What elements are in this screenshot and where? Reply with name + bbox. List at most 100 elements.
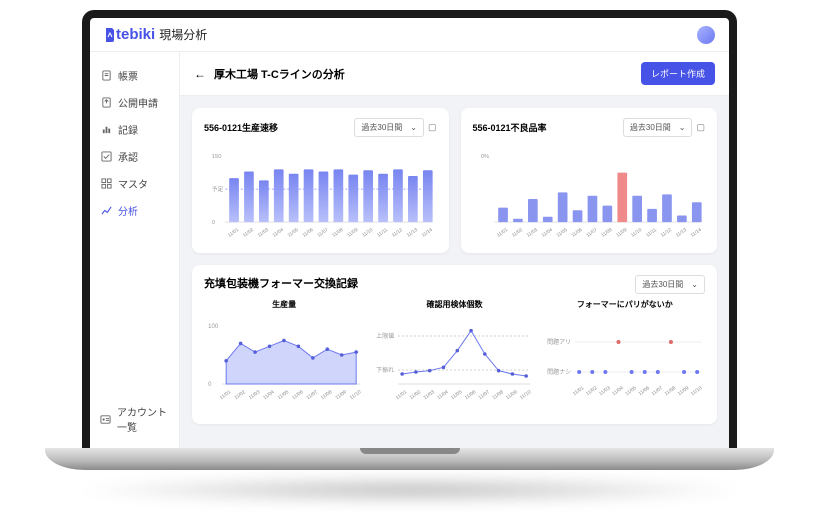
svg-text:11/13: 11/13 [674, 227, 687, 239]
svg-text:0%: 0% [480, 154, 488, 160]
svg-text:100: 100 [208, 324, 219, 330]
svg-text:11/12: 11/12 [659, 227, 672, 239]
svg-text:11/03: 11/03 [257, 227, 270, 239]
svg-text:11/04: 11/04 [611, 385, 625, 397]
brand-product: 現場分析 [159, 26, 207, 43]
sidebar-item-publish[interactable]: 公開申請 [96, 89, 173, 116]
svg-text:11/07: 11/07 [585, 227, 598, 239]
svg-text:11/05: 11/05 [277, 389, 291, 401]
production-chart-card: 556-0121生産速移 過去30日間⌄ ▢ 150 予定 [192, 108, 449, 253]
check-icon [100, 151, 112, 163]
svg-text:11/06: 11/06 [570, 227, 583, 239]
svg-text:11/05: 11/05 [450, 389, 464, 401]
svg-text:11/01: 11/01 [395, 389, 409, 401]
svg-text:11/01: 11/01 [495, 227, 508, 239]
analytics-icon [100, 205, 112, 217]
svg-text:11/05: 11/05 [555, 227, 568, 239]
svg-text:11/06: 11/06 [301, 227, 314, 239]
svg-text:11/04: 11/04 [540, 227, 553, 239]
svg-text:問題ナシ: 問題ナシ [547, 369, 571, 376]
svg-text:0: 0 [208, 382, 212, 388]
sidebar-item-records[interactable]: 記録 [96, 116, 173, 143]
svg-text:11/01: 11/01 [572, 385, 586, 397]
svg-text:11/05: 11/05 [624, 385, 638, 397]
svg-text:11/08: 11/08 [492, 389, 506, 401]
sidebar-item-forms[interactable]: 帳票 [96, 62, 173, 89]
section-title: 充填包装機フォーマー交換記録 [204, 275, 358, 291]
sidebar-item-label: 分析 [118, 203, 138, 218]
back-arrow-icon[interactable]: ← [194, 67, 206, 81]
grid-icon [100, 178, 112, 190]
calendar-icon[interactable]: ▢ [696, 122, 705, 133]
svg-text:11/14: 11/14 [689, 227, 702, 239]
svg-text:11/08: 11/08 [320, 389, 334, 401]
period-select[interactable]: 過去30日間⌄ [635, 275, 705, 294]
sidebar-item-approval[interactable]: 承認 [96, 143, 173, 170]
svg-text:11/02: 11/02 [242, 227, 255, 239]
svg-text:11/11: 11/11 [645, 227, 658, 239]
svg-text:11/05: 11/05 [287, 227, 300, 239]
burr-check-subcard: フォーマーにパリがないか 問題アリ 問題ナシ 11/0111/0211/0311… [545, 299, 705, 414]
doc-icon [100, 70, 112, 82]
sidebar-item-analytics[interactable]: 分析 [96, 197, 173, 224]
svg-text:11/13: 11/13 [406, 227, 419, 239]
topbar: tebiki 現場分析 [90, 18, 729, 52]
svg-text:150: 150 [212, 154, 222, 160]
svg-text:下振れ: 下振れ [376, 366, 394, 374]
card-title: 556-0121不良品率 [473, 121, 547, 134]
sidebar-item-master[interactable]: マスタ [96, 170, 173, 197]
sidebar-item-label: アカウント一覧 [117, 404, 169, 434]
svg-text:11/09: 11/09 [676, 385, 690, 397]
subcard-title: フォーマーにパリがないか [545, 299, 705, 310]
svg-text:上限値: 上限値 [376, 332, 394, 340]
svg-text:11/07: 11/07 [306, 389, 320, 401]
record-section-card: 充填包装機フォーマー交換記録 過去30日間⌄ 生産量 100 0 [192, 265, 717, 424]
svg-text:11/10: 11/10 [519, 389, 533, 401]
avatar[interactable] [697, 26, 715, 44]
card-title: 556-0121生産速移 [204, 121, 278, 134]
svg-text:11/10: 11/10 [361, 227, 374, 239]
svg-text:11/03: 11/03 [525, 227, 538, 239]
svg-text:11/08: 11/08 [663, 385, 677, 397]
svg-text:問題アリ: 問題アリ [547, 339, 571, 346]
svg-text:11/06: 11/06 [637, 385, 651, 397]
svg-text:11/04: 11/04 [437, 389, 451, 401]
svg-text:11/08: 11/08 [600, 227, 613, 239]
svg-text:11/03: 11/03 [598, 385, 612, 397]
svg-text:予定: 予定 [212, 185, 224, 193]
svg-text:11/03: 11/03 [248, 389, 262, 401]
svg-text:11/09: 11/09 [615, 227, 628, 239]
svg-text:11/02: 11/02 [585, 385, 599, 397]
period-select[interactable]: 過去30日間⌄ [623, 118, 693, 137]
main: ← 厚木工場 T-Cラインの分析 レポート作成 556-0121生産速移 過去3… [180, 52, 729, 450]
publish-icon [100, 97, 112, 109]
period-select[interactable]: 過去30日間⌄ [354, 118, 424, 137]
svg-text:11/02: 11/02 [409, 389, 423, 401]
sidebar: 帳票 公開申請 記録 承認 マスタ [90, 52, 180, 450]
sidebar-item-accounts[interactable]: アカウント一覧 [96, 398, 173, 440]
volume-area-chart: 100 0 11/0111/0211/0311/0411/0511/0611/0… [204, 314, 364, 414]
calendar-icon[interactable]: ▢ [428, 122, 437, 133]
svg-text:11/01: 11/01 [227, 227, 240, 239]
chevron-down-icon: ⌄ [691, 280, 698, 289]
svg-text:11/12: 11/12 [391, 227, 404, 239]
svg-text:11/14: 11/14 [421, 227, 434, 239]
svg-text:11/07: 11/07 [478, 389, 492, 401]
sample-line-chart: 上限値 下振れ 11/0111/0211/0311/0411/0511/0611… [374, 314, 534, 414]
svg-text:11/04: 11/04 [272, 227, 285, 239]
production-bar-chart: 150 予定 0 11/0111/0211/0311/0411/0511/061… [204, 143, 437, 243]
svg-text:11/07: 11/07 [650, 385, 664, 397]
bars-icon [100, 124, 112, 136]
page-title: 厚木工場 T-Cラインの分析 [214, 66, 345, 82]
svg-text:11/06: 11/06 [464, 389, 478, 401]
svg-text:11/11: 11/11 [376, 227, 389, 239]
sidebar-item-label: マスタ [118, 176, 148, 191]
subcard-title: 確認用検体個数 [374, 299, 534, 310]
svg-text:11/07: 11/07 [316, 227, 329, 239]
svg-text:11/04: 11/04 [262, 389, 276, 401]
defect-chart-card: 556-0121不良品率 過去30日間⌄ ▢ 0% [461, 108, 718, 253]
create-report-button[interactable]: レポート作成 [641, 62, 715, 85]
sidebar-item-label: 記録 [118, 122, 138, 137]
burr-scatter-chart: 問題アリ 問題ナシ 11/0111/0211/0311/0411/0511/06… [545, 314, 705, 414]
svg-text:11/09: 11/09 [334, 389, 348, 401]
